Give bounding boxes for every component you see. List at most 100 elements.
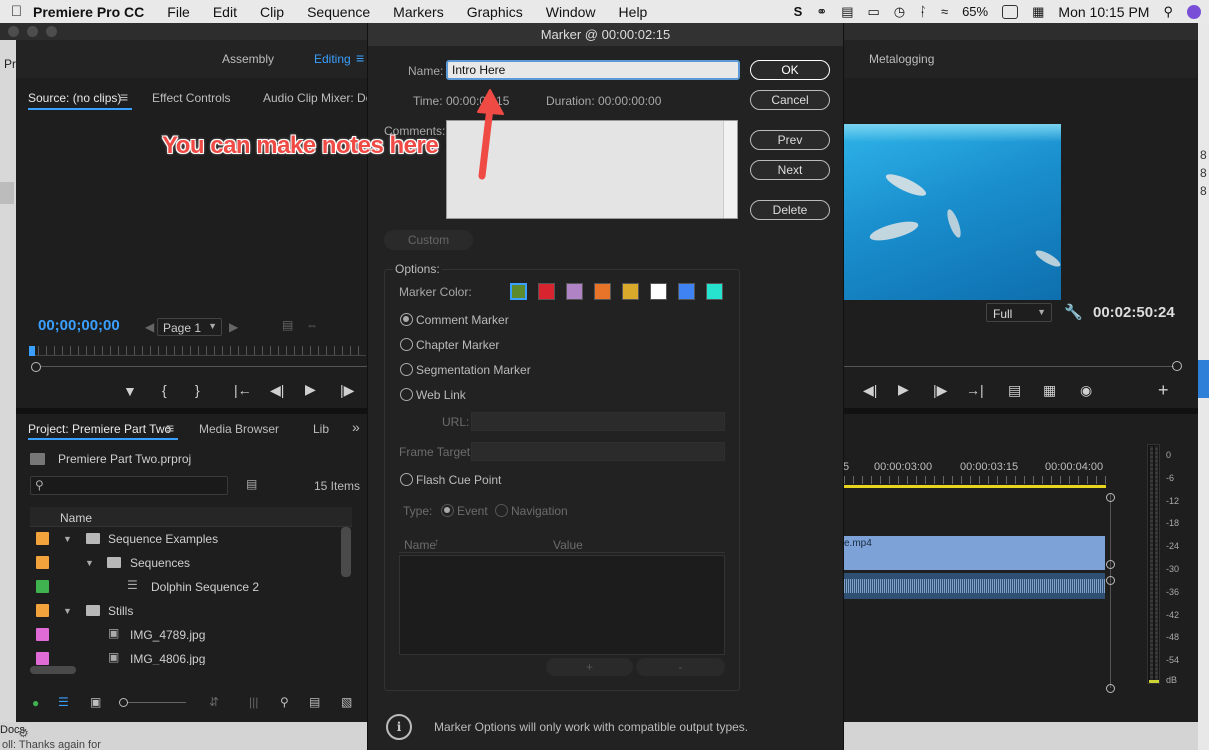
- menu-window[interactable]: Window: [546, 4, 596, 20]
- list-item[interactable]: ▼ Stills: [30, 599, 352, 623]
- prev-button[interactable]: Prev: [750, 130, 830, 150]
- list-item[interactable]: ▼ Sequence Examples: [30, 527, 352, 551]
- source-timecode[interactable]: 00;00;00;00: [38, 317, 120, 334]
- add-marker-icon[interactable]: ▼: [123, 383, 137, 399]
- web-link-radio[interactable]: [400, 388, 413, 401]
- siri-icon[interactable]: [1187, 4, 1201, 19]
- project-list-hscrollbar[interactable]: [30, 666, 76, 674]
- program-zoom-bar[interactable]: [844, 366, 1174, 367]
- play-icon[interactable]: ▶: [898, 381, 909, 398]
- disclosure-triangle-icon[interactable]: ▼: [63, 534, 72, 544]
- timeline-scroll-handle[interactable]: [1106, 493, 1115, 502]
- cue-name-column[interactable]: Name: [404, 538, 436, 552]
- comments-scrollbar[interactable]: [723, 121, 737, 218]
- source-time-ruler[interactable]: [30, 346, 366, 356]
- wifi-icon[interactable]: ≈: [941, 4, 948, 19]
- project-panel-menu-icon[interactable]: ≡: [166, 420, 174, 436]
- step-forward-icon[interactable]: |▶: [340, 382, 354, 399]
- spotlight-icon[interactable]: ⚲: [1163, 4, 1173, 20]
- zoom-slider[interactable]: [128, 702, 186, 703]
- disclosure-triangle-icon[interactable]: ▼: [63, 606, 72, 616]
- flash-cue-point-radio[interactable]: [400, 473, 413, 486]
- program-zoom-handle[interactable]: [1172, 361, 1182, 371]
- clock-text[interactable]: Mon 10:15 PM: [1058, 4, 1149, 20]
- segmentation-marker-radio[interactable]: [400, 363, 413, 376]
- sort-icon[interactable]: ⇵: [209, 695, 219, 709]
- page-select[interactable]: Page 1 ▼: [157, 318, 222, 336]
- label-color-swatch[interactable]: [36, 628, 49, 641]
- find-icon[interactable]: ⚲: [280, 695, 289, 709]
- tab-media-browser[interactable]: Media Browser: [199, 422, 279, 436]
- add-cue-button[interactable]: +: [546, 658, 633, 676]
- ok-button[interactable]: OK: [750, 60, 830, 80]
- tab-project[interactable]: Project: Premiere Part Two: [28, 422, 171, 436]
- marker-color-swatch[interactable]: [650, 283, 667, 300]
- label-color-swatch[interactable]: [36, 580, 49, 593]
- add-button-icon[interactable]: +: [1158, 380, 1169, 401]
- list-view-icon[interactable]: ☰: [58, 695, 69, 709]
- airplay-icon[interactable]: ▭: [867, 4, 879, 20]
- lock-icon[interactable]: ●: [32, 696, 39, 710]
- creative-cloud-icon[interactable]: ⚭: [816, 4, 827, 20]
- list-item[interactable]: ▼ Sequences: [30, 551, 352, 575]
- label-color-swatch[interactable]: [36, 604, 49, 617]
- page-next-icon[interactable]: ▶: [229, 320, 238, 334]
- workspace-editing[interactable]: Editing: [314, 52, 351, 66]
- marker-name-input[interactable]: [446, 60, 740, 80]
- marker-color-swatch[interactable]: [594, 283, 611, 300]
- marker-color-swatch[interactable]: [622, 283, 639, 300]
- label-color-swatch[interactable]: [36, 652, 49, 665]
- more-tabs-icon[interactable]: »: [352, 419, 360, 435]
- tab-source[interactable]: Source: (no clips): [28, 91, 121, 105]
- export-frame-icon[interactable]: ◉: [1080, 382, 1092, 399]
- export-frame-small-icon[interactable]: ⇔: [306, 318, 318, 332]
- battery-icon[interactable]: [1002, 4, 1019, 19]
- frame-target-input[interactable]: [471, 442, 725, 461]
- workspace-metalogging[interactable]: Metalogging: [869, 52, 934, 66]
- mark-out-icon[interactable]: }: [195, 382, 200, 398]
- menu-help[interactable]: Help: [619, 4, 648, 20]
- cancel-button[interactable]: Cancel: [750, 90, 830, 110]
- script-icon[interactable]: S: [794, 4, 803, 19]
- calendar-icon[interactable]: ▦: [1032, 4, 1044, 20]
- flash-cue-point-label[interactable]: Flash Cue Point: [416, 473, 501, 487]
- tab-effect-controls[interactable]: Effect Controls: [152, 91, 230, 105]
- list-item[interactable]: ▣ IMG_4789.jpg: [30, 623, 352, 647]
- cue-value-column[interactable]: Value: [553, 538, 583, 552]
- drive-icon[interactable]: ▤: [841, 4, 853, 20]
- tab-audio-clip-mixer[interactable]: Audio Clip Mixer: Dolp: [263, 91, 382, 105]
- list-item[interactable]: ▣ IMG_4806.jpg: [30, 647, 352, 665]
- close-window-icon[interactable]: [8, 26, 19, 37]
- menu-markers[interactable]: Markers: [393, 4, 444, 20]
- video-clip[interactable]: e.mp4: [844, 536, 1105, 570]
- minimize-window-icon[interactable]: [27, 26, 38, 37]
- work-area-bar[interactable]: [844, 485, 1106, 488]
- zoom-slider-handle[interactable]: [119, 698, 128, 707]
- new-bin-icon[interactable]: ▤: [309, 695, 320, 709]
- url-input[interactable]: [471, 412, 725, 431]
- navigation-radio[interactable]: [495, 504, 508, 517]
- segmentation-marker-label[interactable]: Segmentation Marker: [416, 363, 531, 377]
- automate-to-sequence-icon[interactable]: |||: [249, 695, 258, 709]
- project-list-scrollbar[interactable]: [341, 527, 351, 577]
- audio-clip[interactable]: [844, 573, 1105, 599]
- go-to-out-icon[interactable]: →|: [966, 382, 984, 398]
- extract-icon[interactable]: ▦: [1043, 382, 1056, 399]
- marker-color-swatch[interactable]: [678, 283, 695, 300]
- app-menu[interactable]: Premiere Pro CC: [33, 4, 144, 20]
- label-color-swatch[interactable]: [36, 532, 49, 545]
- menu-edit[interactable]: Edit: [213, 4, 237, 20]
- go-to-in-icon[interactable]: |←: [234, 382, 252, 398]
- marker-color-swatch[interactable]: [538, 283, 555, 300]
- chapter-marker-label[interactable]: Chapter Marker: [416, 338, 499, 352]
- safe-margins-icon[interactable]: ▤: [282, 318, 293, 332]
- program-zoom-select[interactable]: Full ▼: [986, 303, 1052, 322]
- column-name-header[interactable]: Name: [60, 511, 92, 525]
- icon-view-icon[interactable]: ▣: [90, 695, 101, 709]
- tab-libraries[interactable]: Lib: [313, 422, 329, 436]
- step-forward-icon[interactable]: |▶: [933, 382, 947, 399]
- play-icon[interactable]: ▶: [305, 381, 316, 398]
- next-button[interactable]: Next: [750, 160, 830, 180]
- apple-icon[interactable]: : [0, 3, 33, 20]
- comment-marker-label[interactable]: Comment Marker: [416, 313, 509, 327]
